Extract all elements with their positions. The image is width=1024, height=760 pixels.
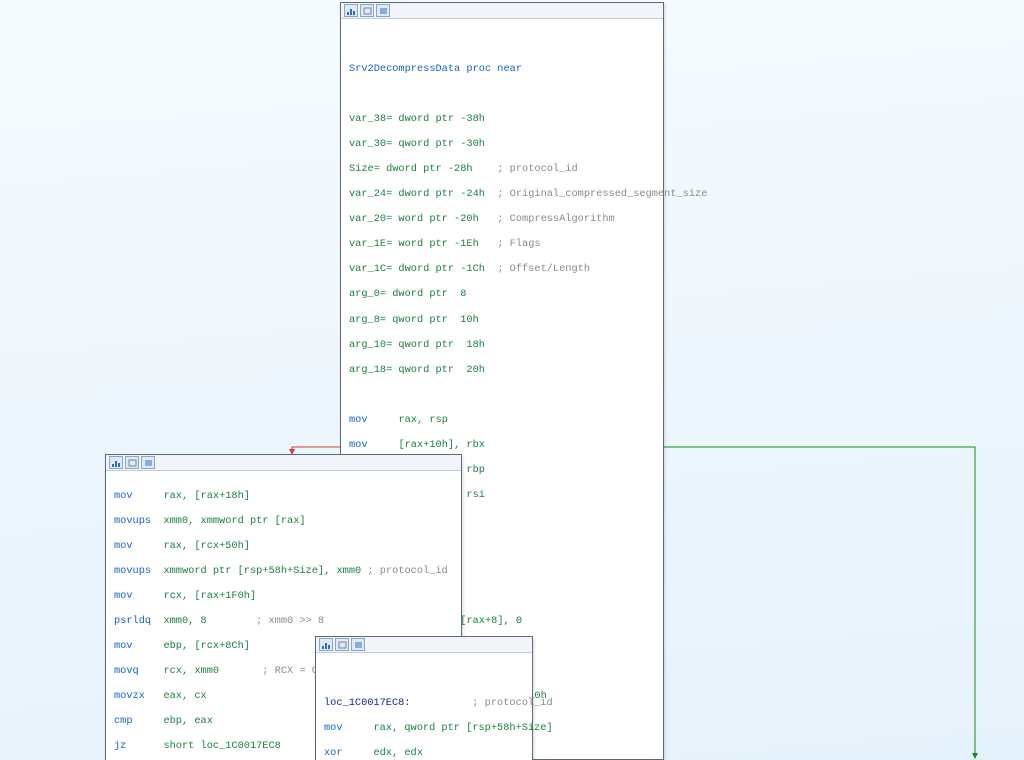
blank-square-icon — [360, 4, 374, 17]
basic-block-3[interactable]: loc_1C0017EC8: ; protocol_id mov rax, qw… — [315, 636, 533, 760]
list-icon — [141, 456, 155, 469]
proc-header: Srv2DecompressData proc near — [349, 63, 655, 76]
list-icon — [376, 4, 390, 17]
bar-chart-icon — [109, 456, 123, 469]
blank-square-icon — [125, 456, 139, 469]
node-titlebar[interactable] — [341, 3, 663, 19]
graph-canvas[interactable]: Srv2DecompressData proc near var_38= dwo… — [0, 0, 1024, 760]
bar-chart-icon — [319, 638, 333, 651]
node-titlebar[interactable] — [106, 455, 461, 471]
bar-chart-icon — [344, 4, 358, 17]
blank-square-icon — [335, 638, 349, 651]
node-titlebar[interactable] — [316, 637, 532, 653]
list-icon — [351, 638, 365, 651]
disasm-body: loc_1C0017EC8: ; protocol_id mov rax, qw… — [316, 653, 532, 760]
